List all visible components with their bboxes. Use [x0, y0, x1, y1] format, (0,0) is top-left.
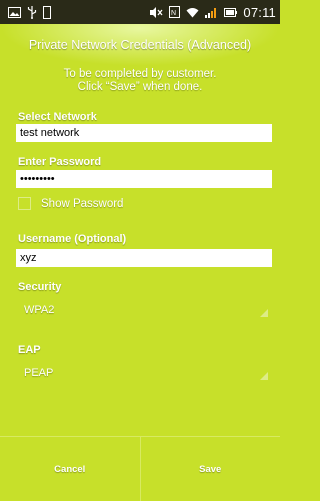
network-label: Select Network — [18, 111, 97, 123]
eap-select[interactable]: PEAP — [16, 359, 272, 387]
button-bar: Cancel Save — [0, 436, 280, 501]
instructions-line-1: To be completed by customer. — [63, 68, 217, 80]
show-password-label: Show Password — [41, 197, 124, 210]
show-password-toggle[interactable]: Show Password — [18, 197, 123, 210]
security-value: WPA2 — [24, 304, 55, 316]
instructions: To be completed by customer. Click “Save… — [0, 68, 280, 94]
dropdown-arrow-icon — [260, 371, 268, 383]
status-bar: N 07:11 — [0, 0, 280, 24]
svg-text:N: N — [171, 10, 176, 17]
page-title-text: Private Network Credentials (Advanced) — [28, 38, 252, 52]
page-title: Private Network Credentials (Advanced) — [0, 24, 280, 66]
save-button[interactable]: Save — [141, 437, 281, 501]
signal-icon — [205, 7, 218, 18]
wifi-icon — [186, 7, 199, 18]
usb-icon — [27, 5, 37, 19]
battery-icon — [224, 7, 238, 18]
nfc-icon: N — [169, 6, 181, 18]
clock: 07:11 — [243, 4, 276, 20]
eap-label: EAP — [18, 344, 41, 356]
username-input[interactable]: xyz — [16, 249, 272, 267]
phone-icon — [43, 5, 51, 19]
dropdown-arrow-icon — [260, 308, 268, 320]
cancel-button[interactable]: Cancel — [0, 437, 140, 501]
eap-value: PEAP — [24, 367, 54, 379]
image-icon — [8, 6, 21, 18]
mute-icon — [150, 6, 163, 18]
network-input[interactable]: test network — [16, 124, 272, 142]
password-input[interactable]: ••••••••• — [16, 170, 272, 188]
password-label: Enter Password — [18, 156, 102, 168]
security-select[interactable]: WPA2 — [16, 296, 272, 324]
instructions-line-2: Click “Save” when done. — [77, 81, 203, 93]
security-label: Security — [18, 281, 62, 293]
username-label: Username (Optional) — [18, 233, 127, 245]
show-password-checkbox[interactable] — [18, 197, 31, 210]
